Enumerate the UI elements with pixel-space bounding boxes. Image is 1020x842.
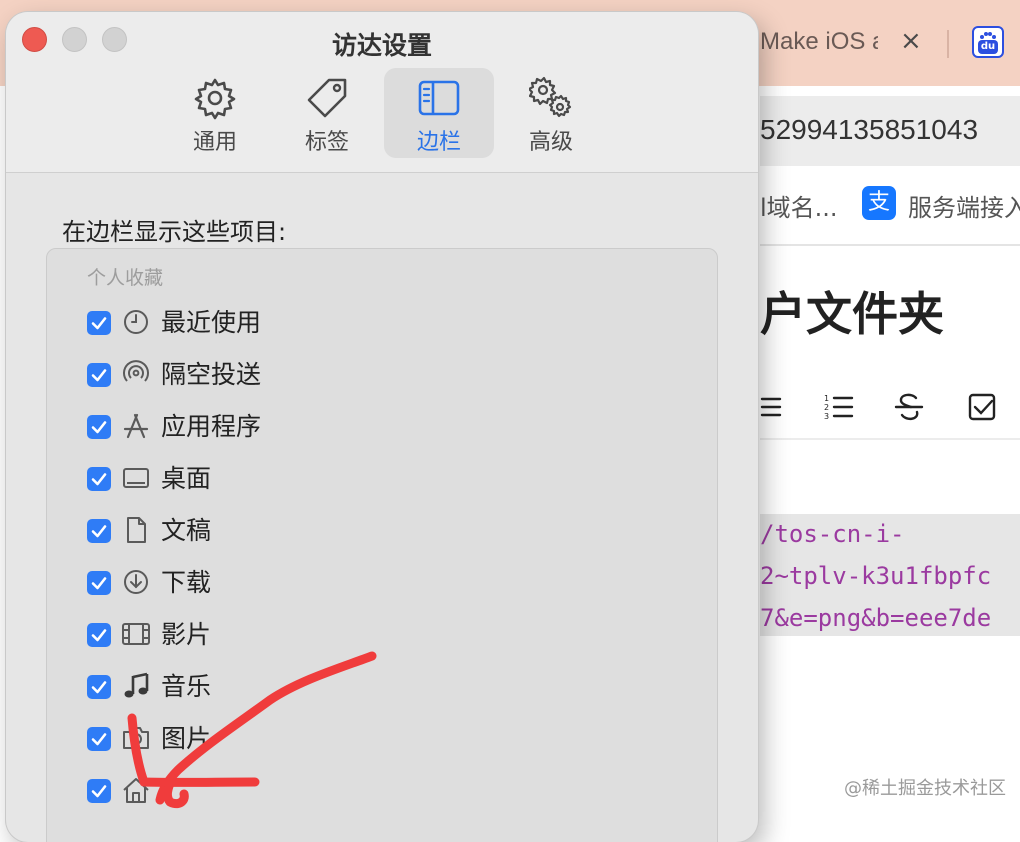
music-checkbox[interactable] [87,675,111,699]
gears-icon [529,76,572,118]
pictures-checkbox[interactable] [87,727,111,751]
svg-text:2: 2 [824,403,829,412]
tab-separator [947,30,949,58]
list-item-documents: 文稿 [87,513,687,553]
applications-checkbox[interactable] [87,415,111,439]
code-line: /tos-cn-i- [760,520,905,548]
home-checkbox[interactable] [87,779,111,803]
checkmark-icon [91,577,107,590]
list-item-label: 隔空投送 [161,360,262,389]
home-icon [123,778,149,803]
list-item-applications: 应用程序 [87,409,687,449]
close-icon[interactable]: × [900,26,922,56]
downloads-checkbox[interactable] [87,571,111,595]
baidu-icon-label: du [978,40,998,54]
list-item-label: 影片 [161,620,212,649]
window-title: 访达设置 [331,31,432,60]
list-item-movies: 影片 [87,617,687,657]
list-item-music: 音乐 [87,669,687,709]
address-bar-text[interactable]: 52994135851043 [760,114,978,146]
film-icon [122,623,150,645]
tab-general-label: 通用 [192,130,237,155]
tab-advanced-label: 高级 [528,130,573,155]
svg-text:3: 3 [824,412,829,421]
code-line: 2~tplv-k3u1fbpfc [760,562,992,590]
list-item-downloads: 下载 [87,565,687,605]
document-icon [127,517,146,543]
tag-icon [307,78,347,118]
finder-settings-window: 访达设置 通用 标签 边栏 高级 在边栏显示这些项目: 个人收藏 最近使用 隔空… [6,12,758,842]
checkmark-icon [91,733,107,746]
desktop-checkbox[interactable] [87,467,111,491]
checkmark-icon [91,421,107,434]
toolbar-divider [760,438,1020,440]
checkbox-task-icon[interactable] [966,390,1000,424]
checkmark-icon [91,525,107,538]
airdrop-checkbox[interactable] [87,363,111,387]
section-heading: 在边栏显示这些项目: [62,218,287,246]
numbered-list-icon[interactable]: 123 [822,390,856,424]
checkmark-icon [91,369,107,382]
movies-checkbox[interactable] [87,623,111,647]
baidu-icon[interactable]: du [972,26,1004,58]
checkmark-icon [91,473,107,486]
strikethrough-icon[interactable] [892,390,926,424]
sidebar-icon [418,80,460,116]
svg-text:1: 1 [824,394,829,403]
documents-checkbox[interactable] [87,519,111,543]
list-item-airdrop: 隔空投送 [87,357,687,397]
bullet-list-icon[interactable] [760,390,794,424]
list-item-label: 下载 [161,568,212,597]
list-item-label: 文稿 [161,516,212,545]
bookmarks-divider [760,244,1020,246]
list-item-label: 音乐 [161,672,212,701]
group-header-favorites: 个人收藏 [87,267,164,289]
checkmark-icon [91,681,107,694]
desktop-icon [123,468,149,488]
list-item-label: 桌面 [161,464,212,493]
bookmark-server-access[interactable]: 服务端接入 [908,188,1020,223]
tab-sidebar[interactable]: 边栏 [384,68,494,158]
clock-icon [124,310,148,334]
checkmark-icon [91,629,107,642]
download-icon [124,570,148,594]
list-item-label: 应用程序 [161,412,262,441]
checkmark-icon [91,785,107,798]
watermark: @稀土掘金技术社区 [844,778,1006,799]
tab-tags[interactable]: 标签 [272,68,382,158]
list-item-home [87,773,687,813]
list-item-label: 最近使用 [161,308,262,337]
page-heading: 户文件夹 [760,287,944,341]
tab-advanced[interactable]: 高级 [496,68,606,158]
code-line: 7&e=png&b=eee7de [760,604,992,632]
editor-toolbar: 123 [760,382,1020,438]
music-icon [124,672,149,698]
tab-sidebar-label: 边栏 [416,130,461,155]
bookmark-domain[interactable]: l域名... [760,188,838,223]
airdrop-icon [123,360,149,382]
gear-icon [194,78,236,120]
list-item-pictures: 图片 [87,721,687,761]
applications-icon [123,413,149,439]
recents-checkbox[interactable] [87,311,111,335]
list-item-desktop: 桌面 [87,461,687,501]
alipay-icon[interactable]: 支 [862,186,896,220]
camera-icon [123,727,149,749]
sidebar-items-list: 个人收藏 最近使用 隔空投送 应用程序 桌面 文稿 下载 影片 音乐 图片 [46,248,718,842]
tab-tags-label: 标签 [304,130,349,155]
toolbar-divider [6,172,758,173]
list-item-recents: 最近使用 [87,305,687,345]
tab-general[interactable]: 通用 [160,68,270,158]
list-item-label: 图片 [161,724,212,753]
browser-tab-title[interactable]: Make iOS a [760,28,878,56]
checkmark-icon [91,317,107,330]
